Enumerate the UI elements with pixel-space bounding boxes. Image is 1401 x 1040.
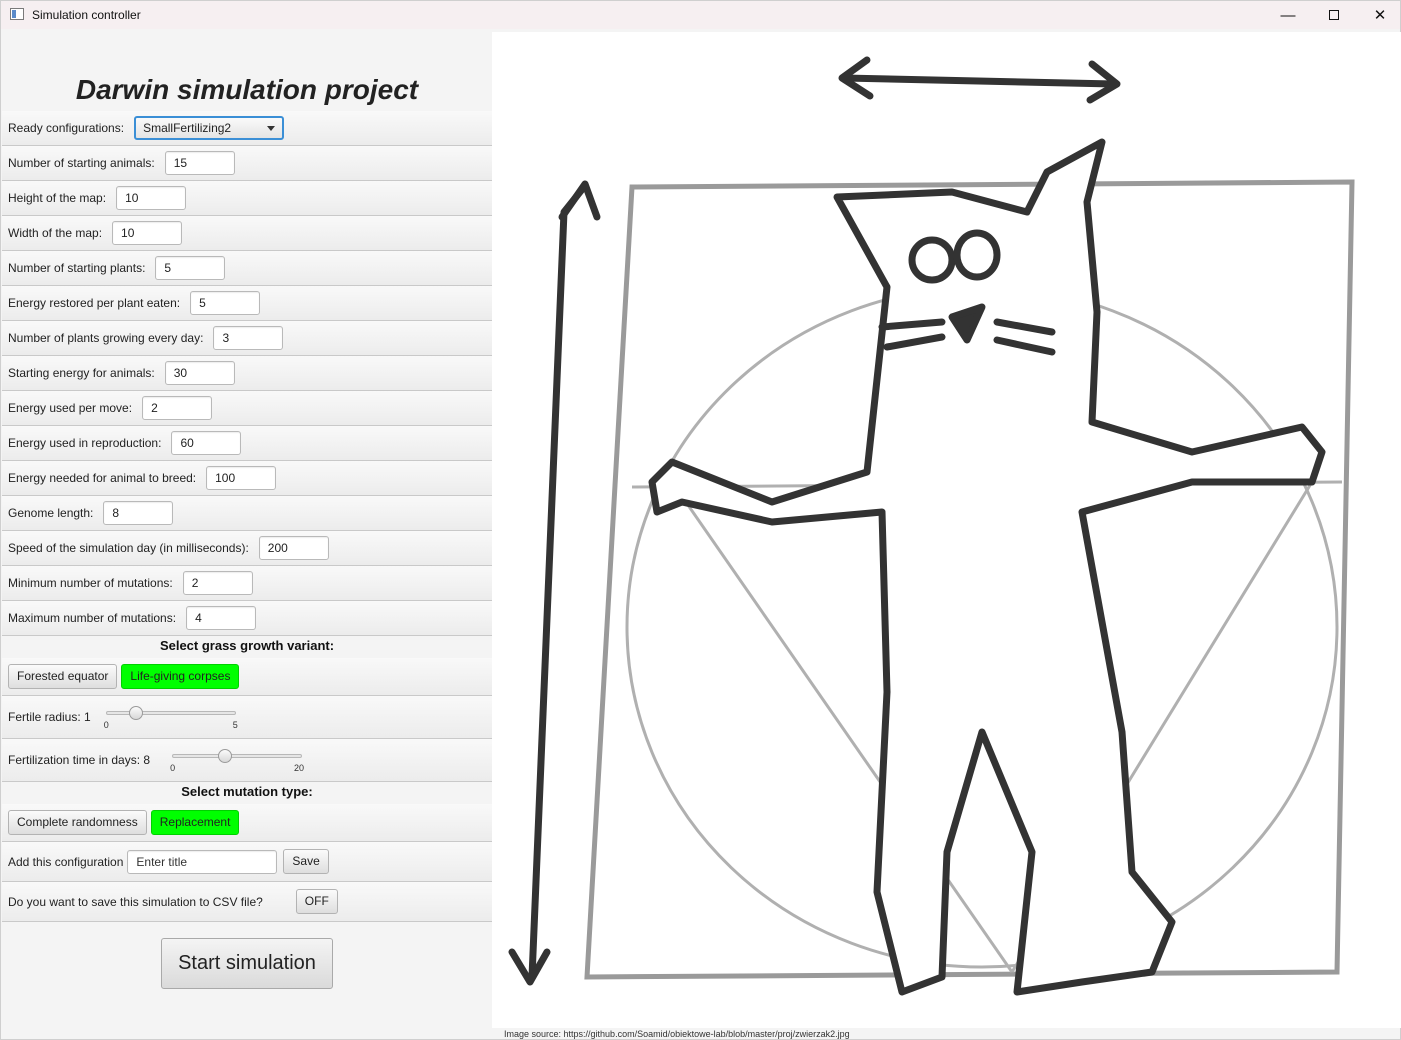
ready-config-row: Ready configurations: SmallFertilizing2	[2, 111, 492, 146]
csv-label: Do you want to save this simulation to C…	[8, 894, 263, 909]
field-label: Minimum number of mutations:	[8, 576, 173, 590]
field-label: Speed of the simulation day (in millisec…	[8, 541, 249, 555]
max-mutations-input[interactable]: 4	[186, 606, 257, 630]
slider-min-label: 0	[170, 763, 176, 773]
complete-randomness-button[interactable]: Complete randomness	[8, 810, 147, 835]
fertilization-time-slider[interactable]: 0 20	[170, 745, 305, 775]
field-label: Maximum number of mutations:	[8, 611, 177, 625]
field-label: Height of the map:	[8, 191, 107, 205]
field-row: Number of plants growing every day: 3	[2, 321, 492, 356]
double-arrow-horizontal	[838, 56, 1121, 104]
field-row: Maximum number of mutations: 4	[2, 601, 492, 636]
double-arrow-vertical	[508, 180, 601, 986]
field-label: Genome length:	[8, 506, 94, 520]
close-button[interactable]: ✕	[1357, 1, 1401, 29]
field-label: Number of plants growing every day:	[8, 331, 204, 345]
start-simulation-button[interactable]: Start simulation	[161, 938, 333, 989]
map-height-input[interactable]: 10	[116, 186, 187, 210]
app-icon	[10, 8, 24, 20]
mutation-type-title: Select mutation type:	[181, 784, 313, 799]
save-config-button[interactable]: Save	[283, 849, 329, 874]
field-label: Energy needed for animal to breed:	[8, 471, 197, 485]
slider-thumb[interactable]	[128, 706, 143, 720]
settings-panel: Darwin simulation project Ready configur…	[2, 29, 492, 1039]
starting-energy-input[interactable]: 30	[164, 361, 235, 385]
image-source-caption: Image source: https://github.com/Soamid/…	[504, 1029, 850, 1039]
genome-length-input[interactable]: 8	[103, 501, 174, 525]
ready-config-select[interactable]: SmallFertilizing2	[134, 116, 285, 140]
fertile-radius-label: Fertile radius: 1	[8, 710, 91, 724]
life-giving-corpses-button[interactable]: Life-giving corpses	[121, 664, 240, 689]
slider-track	[105, 711, 236, 715]
slider-track	[172, 754, 303, 758]
min-mutations-input[interactable]: 2	[182, 571, 253, 595]
config-title-input[interactable]: Enter title	[127, 849, 278, 874]
field-row: Energy restored per plant eaten: 5	[2, 286, 492, 321]
move-energy-input[interactable]: 2	[142, 396, 213, 420]
illustration-panel	[492, 32, 1401, 1028]
close-icon: ✕	[1373, 7, 1387, 24]
slider-max-label: 20	[294, 763, 305, 773]
plants-per-day-input[interactable]: 3	[213, 326, 284, 350]
page-title: Darwin simulation project	[75, 74, 419, 105]
csv-toggle-button[interactable]: OFF	[295, 889, 338, 914]
app-window: Simulation controller — ✕ Darwin simulat…	[0, 0, 1401, 1040]
window-title: Simulation controller	[32, 8, 141, 22]
field-label: Energy used in reproduction:	[8, 436, 162, 450]
fertilization-time-label: Fertilization time in days: 8	[8, 753, 151, 767]
plant-energy-input[interactable]: 5	[190, 291, 261, 315]
field-row: Number of starting animals: 15	[2, 146, 492, 181]
minimize-button[interactable]: —	[1265, 1, 1311, 29]
field-row: Genome length: 8	[2, 496, 492, 531]
field-row: Minimum number of mutations: 2	[2, 566, 492, 601]
field-row: Energy used per move: 2	[2, 391, 492, 426]
slider-min-label: 0	[103, 720, 109, 730]
starting-animals-input[interactable]: 15	[164, 151, 235, 175]
reproduction-energy-input[interactable]: 60	[171, 431, 242, 455]
field-label: Number of starting animals:	[8, 156, 155, 170]
add-config-label: Add this configuration	[8, 854, 124, 869]
chevron-down-icon	[267, 126, 276, 131]
fertilization-time-row: Fertilization time in days: 8 0 20	[2, 739, 492, 782]
field-row: Energy needed for animal to breed: 100	[2, 461, 492, 496]
forested-equator-button[interactable]: Forested equator	[8, 664, 118, 689]
field-label: Starting energy for animals:	[8, 366, 155, 380]
ready-config-label: Ready configurations:	[8, 121, 125, 135]
title-bar: Simulation controller — ✕	[1, 1, 1400, 29]
field-row: Speed of the simulation day (in millisec…	[2, 531, 492, 566]
field-row: Number of starting plants: 5	[2, 251, 492, 286]
starting-plants-input[interactable]: 5	[155, 256, 226, 280]
ready-config-value: SmallFertilizing2	[143, 121, 232, 135]
slider-max-label: 5	[232, 720, 238, 730]
field-label: Energy restored per plant eaten:	[8, 296, 181, 310]
field-row: Starting energy for animals: 30	[2, 356, 492, 391]
field-label: Number of starting plants:	[8, 261, 146, 275]
map-width-input[interactable]: 10	[112, 221, 183, 245]
field-label: Energy used per move:	[8, 401, 133, 415]
simulation-speed-input[interactable]: 200	[258, 536, 329, 560]
grass-variant-row: Forested equator Life-giving corpses	[2, 658, 492, 696]
vitruvian-cat-illustration	[508, 56, 1355, 996]
maximize-button[interactable]	[1311, 1, 1357, 29]
field-row: Energy used in reproduction: 60	[2, 426, 492, 461]
replacement-button[interactable]: Replacement	[150, 810, 240, 835]
field-row: Height of the map: 10	[2, 181, 492, 216]
field-label: Width of the map:	[8, 226, 103, 240]
breed-energy-input[interactable]: 100	[206, 466, 277, 490]
fertile-radius-row: Fertile radius: 1 0 5	[2, 696, 492, 739]
fertile-radius-slider[interactable]: 0 5	[103, 702, 238, 732]
field-row: Width of the map: 10	[2, 216, 492, 251]
maximize-icon	[1329, 10, 1339, 20]
slider-thumb[interactable]	[218, 749, 233, 763]
mutation-type-row: Complete randomness Replacement	[2, 804, 492, 842]
add-config-row: Add this configuration Enter title Save	[2, 842, 492, 882]
cat-drawing	[648, 138, 1326, 996]
minimize-icon: —	[1280, 6, 1296, 24]
grass-variant-title: Select grass growth variant:	[159, 638, 335, 653]
csv-row: Do you want to save this simulation to C…	[2, 882, 492, 922]
